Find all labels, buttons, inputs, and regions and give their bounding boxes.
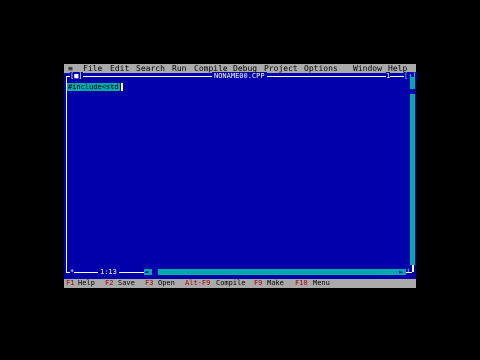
modified-indicator: * <box>70 268 75 276</box>
editor-window[interactable]: [■] NONAME00.CPP 1 [↕] #include<std * 1:… <box>64 72 417 279</box>
code-line[interactable]: #include<std <box>67 83 120 91</box>
status-altf9-label[interactable]: Compile <box>216 279 246 288</box>
status-f2-label[interactable]: Save <box>118 279 135 288</box>
menu-search[interactable]: Search <box>136 64 165 73</box>
menu-edit[interactable]: Edit <box>110 64 129 73</box>
horizontal-scroll-thumb[interactable] <box>152 269 158 275</box>
menu-window[interactable]: Window <box>353 64 382 73</box>
vertical-scroll-thumb[interactable] <box>410 89 415 94</box>
resize-corner-icon[interactable]: ┘ <box>406 269 410 277</box>
scroll-right-arrow-icon[interactable]: ► <box>399 267 403 277</box>
window-number: 1 <box>386 72 391 80</box>
menu-options[interactable]: Options <box>304 64 338 73</box>
status-f1-label[interactable]: Help <box>78 279 95 288</box>
close-box-icon[interactable]: [■] <box>70 72 83 80</box>
horizontal-scrollbar[interactable]: ◄ ► <box>144 267 406 277</box>
status-f10-label[interactable]: Menu <box>313 279 330 288</box>
status-f3-label[interactable]: Open <box>158 279 175 288</box>
window-frame-left <box>66 76 67 272</box>
scroll-up-arrow-icon[interactable] <box>410 77 415 85</box>
menu-run[interactable]: Run <box>172 64 186 73</box>
status-f9-key[interactable]: F9 <box>254 279 262 288</box>
status-f3-key[interactable]: F3 <box>145 279 153 288</box>
status-f9-label[interactable]: Make <box>267 279 284 288</box>
turbo-cpp-screen: ≡ File Edit Search Run Compile Debug Pro… <box>64 64 417 288</box>
status-f1-key[interactable]: F1 <box>66 279 74 288</box>
vertical-scrollbar[interactable] <box>410 85 415 265</box>
text-cursor <box>121 83 123 91</box>
menu-file[interactable]: File <box>83 64 102 73</box>
status-f10-key[interactable]: F10 <box>295 279 308 288</box>
cursor-position: 1:13 <box>98 268 119 276</box>
status-f2-key[interactable]: F2 <box>105 279 113 288</box>
scroll-left-arrow-icon[interactable]: ◄ <box>144 267 148 277</box>
menu-project[interactable]: Project <box>264 64 298 73</box>
window-title: NONAME00.CPP <box>212 72 267 80</box>
status-altf9-key[interactable]: Alt-F9 <box>185 279 210 288</box>
status-bar: F1 Help F2 Save F3 Open Alt-F9 Compile F… <box>64 279 416 288</box>
